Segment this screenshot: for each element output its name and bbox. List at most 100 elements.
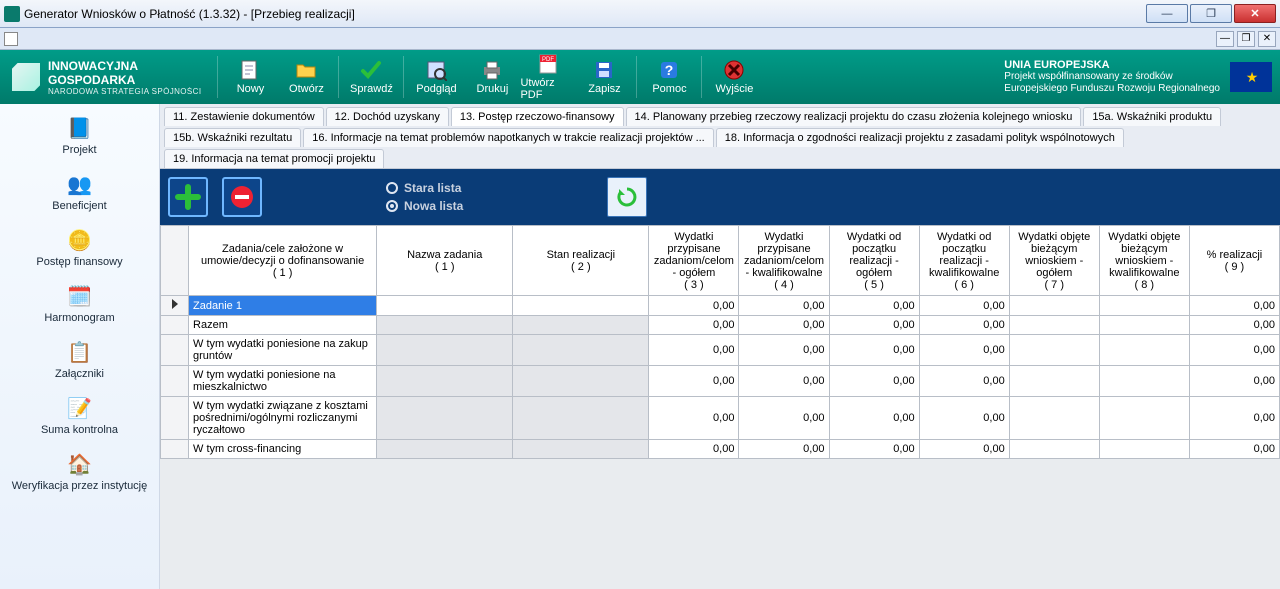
col-stan[interactable]: Stan realizacji( 2 ) — [513, 226, 649, 296]
toolbar-nowy-button[interactable]: Nowy — [222, 50, 278, 104]
cell-col8[interactable] — [1099, 440, 1189, 459]
cell-col9[interactable]: 0,00 — [1189, 397, 1279, 440]
add-row-button[interactable] — [168, 177, 208, 217]
toolbar-wyjscie-button[interactable]: Wyjście — [706, 50, 762, 104]
cell-stan[interactable] — [513, 440, 649, 459]
cell-zadania[interactable]: W tym wydatki związane z kosztami pośred… — [189, 397, 377, 440]
cell-col4[interactable]: 0,00 — [739, 440, 829, 459]
nav-suma-kontrolna[interactable]: 📝 Suma kontrolna — [0, 392, 159, 438]
cell-col5[interactable]: 0,00 — [829, 440, 919, 459]
nav-harmonogram[interactable]: 🗓️ Harmonogram — [0, 280, 159, 326]
cell-col3[interactable]: 0,00 — [649, 440, 739, 459]
table-row[interactable]: W tym wydatki poniesione na mieszkalnict… — [161, 366, 1280, 397]
toolbar-utworz-pdf-button[interactable]: PDF Utwórz PDF — [520, 50, 576, 104]
cell-col8[interactable] — [1099, 397, 1189, 440]
cell-col4[interactable]: 0,00 — [739, 316, 829, 335]
tab-11[interactable]: 11. Zestawienie dokumentów — [164, 107, 324, 126]
cell-zadania[interactable]: W tym wydatki poniesione na mieszkalnict… — [189, 366, 377, 397]
table-row[interactable]: Zadanie 10,000,000,000,000,00 — [161, 296, 1280, 316]
nav-weryfikacja[interactable]: 🏠 Weryfikacja przez instytucję — [0, 448, 159, 494]
cell-stan[interactable] — [513, 397, 649, 440]
col-6[interactable]: Wydatki od początku realizacji - kwalifi… — [919, 226, 1009, 296]
tab-15a[interactable]: 15a. Wskaźniki produktu — [1083, 107, 1221, 126]
cell-col3[interactable]: 0,00 — [649, 397, 739, 440]
toolbar-pomoc-button[interactable]: ? Pomoc — [641, 50, 697, 104]
cell-zadania[interactable]: W tym cross-financing — [189, 440, 377, 459]
refresh-button[interactable] — [607, 177, 647, 217]
tab-13[interactable]: 13. Postęp rzeczowo-finansowy — [451, 107, 624, 126]
col-9[interactable]: % realizacji( 9 ) — [1189, 226, 1279, 296]
cell-col3[interactable]: 0,00 — [649, 335, 739, 366]
mdi-restore-button[interactable]: ❐ — [1237, 31, 1255, 47]
delete-row-button[interactable] — [222, 177, 262, 217]
cell-col5[interactable]: 0,00 — [829, 397, 919, 440]
cell-col3[interactable]: 0,00 — [649, 316, 739, 335]
cell-col8[interactable] — [1099, 335, 1189, 366]
col-5[interactable]: Wydatki od początku realizacji - ogółem(… — [829, 226, 919, 296]
cell-col4[interactable]: 0,00 — [739, 366, 829, 397]
cell-col9[interactable]: 0,00 — [1189, 440, 1279, 459]
tab-15b[interactable]: 15b. Wskaźniki rezultatu — [164, 128, 301, 147]
cell-col6[interactable]: 0,00 — [919, 335, 1009, 366]
window-minimize-button[interactable]: — — [1146, 4, 1188, 23]
data-grid[interactable]: Zadania/cele założone w umowie/decyzji o… — [160, 225, 1280, 459]
cell-zadania[interactable]: W tym wydatki poniesione na zakup gruntó… — [189, 335, 377, 366]
cell-col5[interactable]: 0,00 — [829, 335, 919, 366]
table-row[interactable]: Razem0,000,000,000,000,00 — [161, 316, 1280, 335]
tab-16[interactable]: 16. Informacje na temat problemów napotk… — [303, 128, 714, 147]
cell-col6[interactable]: 0,00 — [919, 316, 1009, 335]
cell-nazwa[interactable] — [377, 335, 513, 366]
cell-stan[interactable] — [513, 366, 649, 397]
cell-col3[interactable]: 0,00 — [649, 366, 739, 397]
cell-col9[interactable]: 0,00 — [1189, 335, 1279, 366]
cell-col6[interactable]: 0,00 — [919, 397, 1009, 440]
toolbar-podglad-button[interactable]: Podgląd — [408, 50, 464, 104]
cell-col9[interactable]: 0,00 — [1189, 296, 1279, 316]
cell-col7[interactable] — [1009, 296, 1099, 316]
col-4[interactable]: Wydatki przypisane zadaniom/celom - kwal… — [739, 226, 829, 296]
cell-col5[interactable]: 0,00 — [829, 366, 919, 397]
toolbar-sprawdz-button[interactable]: Sprawdź — [343, 50, 399, 104]
mdi-minimize-button[interactable]: — — [1216, 31, 1234, 47]
table-row[interactable]: W tym cross-financing0,000,000,000,000,0… — [161, 440, 1280, 459]
cell-nazwa[interactable] — [377, 316, 513, 335]
cell-col7[interactable] — [1009, 366, 1099, 397]
col-3[interactable]: Wydatki przypisane zadaniom/celom - ogół… — [649, 226, 739, 296]
table-row[interactable]: W tym wydatki poniesione na zakup gruntó… — [161, 335, 1280, 366]
tab-14[interactable]: 14. Planowany przebieg rzeczowy realizac… — [626, 107, 1082, 126]
col-nazwa[interactable]: Nazwa zadania( 1 ) — [377, 226, 513, 296]
cell-zadania[interactable]: Razem — [189, 316, 377, 335]
cell-col7[interactable] — [1009, 440, 1099, 459]
cell-nazwa[interactable] — [377, 397, 513, 440]
col-8[interactable]: Wydatki objęte bieżącym wnioskiem - kwal… — [1099, 226, 1189, 296]
nav-zalaczniki[interactable]: 📋 Załączniki — [0, 336, 159, 382]
toolbar-otworz-button[interactable]: Otwórz — [278, 50, 334, 104]
cell-stan[interactable] — [513, 316, 649, 335]
cell-zadania[interactable]: Zadanie 1 — [189, 296, 377, 316]
window-close-button[interactable]: ✕ — [1234, 4, 1276, 23]
cell-stan[interactable] — [513, 296, 649, 316]
toolbar-drukuj-button[interactable]: Drukuj — [464, 50, 520, 104]
cell-col4[interactable]: 0,00 — [739, 335, 829, 366]
col-zadania[interactable]: Zadania/cele założone w umowie/decyzji o… — [189, 226, 377, 296]
cell-nazwa[interactable] — [377, 296, 513, 316]
cell-col5[interactable]: 0,00 — [829, 296, 919, 316]
tab-19[interactable]: 19. Informacja na temat promocji projekt… — [164, 149, 384, 168]
cell-col7[interactable] — [1009, 335, 1099, 366]
cell-nazwa[interactable] — [377, 440, 513, 459]
radio-nowa-lista[interactable]: Nowa lista — [386, 199, 463, 213]
cell-col6[interactable]: 0,00 — [919, 366, 1009, 397]
cell-stan[interactable] — [513, 335, 649, 366]
tab-18[interactable]: 18. Informacja o zgodności realizacji pr… — [716, 128, 1124, 147]
cell-col3[interactable]: 0,00 — [649, 296, 739, 316]
table-row[interactable]: W tym wydatki związane z kosztami pośred… — [161, 397, 1280, 440]
toolbar-zapisz-button[interactable]: Zapisz — [576, 50, 632, 104]
cell-col9[interactable]: 0,00 — [1189, 316, 1279, 335]
cell-col4[interactable]: 0,00 — [739, 296, 829, 316]
cell-col8[interactable] — [1099, 296, 1189, 316]
cell-col4[interactable]: 0,00 — [739, 397, 829, 440]
nav-postep-finansowy[interactable]: 🪙 Postęp finansowy — [0, 224, 159, 270]
mdi-close-button[interactable]: ✕ — [1258, 31, 1276, 47]
cell-col8[interactable] — [1099, 366, 1189, 397]
col-7[interactable]: Wydatki objęte bieżącym wnioskiem - ogół… — [1009, 226, 1099, 296]
